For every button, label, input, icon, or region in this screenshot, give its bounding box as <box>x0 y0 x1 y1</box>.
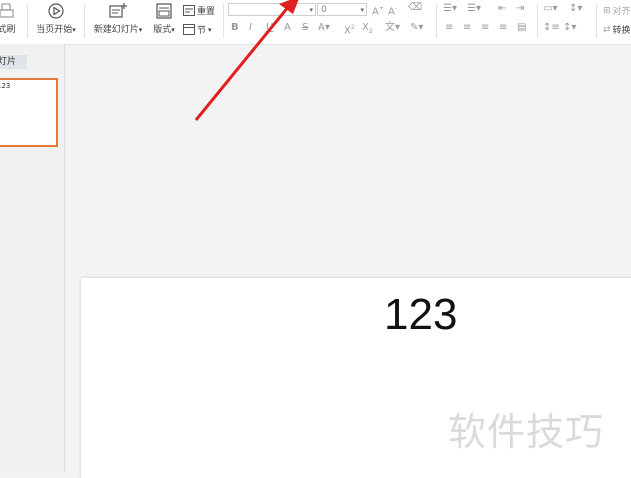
red-arrow-annotation <box>194 0 299 121</box>
arrow-head <box>279 0 299 14</box>
arrow-shaft <box>194 5 291 121</box>
